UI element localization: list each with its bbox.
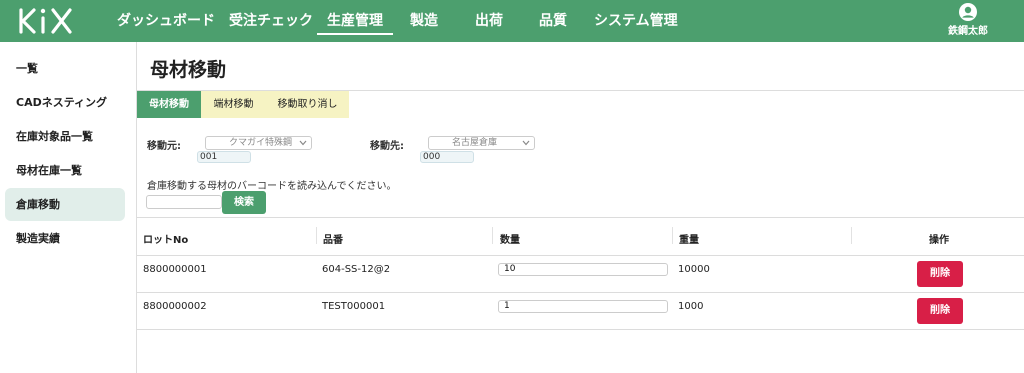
tab-cancel-transfer[interactable]: 移動取り消し [266, 91, 349, 118]
chevron-down-icon [522, 140, 530, 146]
quantity-input[interactable]: 10 [498, 263, 668, 276]
to-warehouse-select[interactable]: 名古屋倉庫 [428, 136, 535, 150]
column-header-part-no: 品番 [323, 235, 343, 246]
column-header-quantity: 数量 [500, 235, 520, 246]
user-icon [959, 3, 977, 21]
table-row-rule [137, 329, 1024, 330]
nav-manufacturing[interactable]: 製造 [410, 0, 438, 42]
column-header-lot-no: ロットNo [143, 235, 189, 246]
sidebar-item-cad-nesting[interactable]: CADネスティング [5, 86, 125, 119]
nav-system-management[interactable]: システム管理 [594, 0, 678, 42]
sidebar-item-list[interactable]: 一覧 [5, 52, 125, 85]
page-title: 母材移動 [150, 59, 227, 81]
from-label: 移動元: [147, 141, 181, 152]
row-weight: 10000 [678, 264, 710, 275]
row-lot-no: 8800000002 [143, 301, 207, 312]
nav-dashboard[interactable]: ダッシュボード [117, 0, 215, 42]
kix-logo[interactable] [18, 6, 74, 36]
delete-button[interactable]: 削除 [917, 261, 963, 287]
sidebar-item-warehouse-transfer[interactable]: 倉庫移動 [5, 188, 125, 221]
column-divider [851, 227, 852, 244]
row-weight: 1000 [678, 301, 704, 312]
nav-order-check[interactable]: 受注チェック [229, 0, 313, 42]
user-name: 鉄鋼太郎 [948, 26, 988, 37]
column-divider [672, 227, 673, 244]
sidebar: 一覧 CADネスティング 在庫対象品一覧 母材在庫一覧 倉庫移動 製造実績 [0, 42, 137, 373]
from-warehouse-code: 001 [197, 151, 251, 163]
to-label: 移動先: [370, 141, 404, 152]
barcode-instruction: 倉庫移動する母材のバーコードを読み込んでください。 [147, 181, 397, 192]
row-part-no: 604-SS-12@2 [322, 264, 391, 275]
search-button[interactable]: 検索 [222, 191, 266, 214]
column-header-action: 操作 [929, 235, 949, 246]
nav-shipping[interactable]: 出荷 [475, 0, 503, 42]
from-warehouse-value: クマガイ特殊鋼 [229, 138, 293, 148]
table-row-rule [137, 292, 1024, 293]
to-warehouse-value: 名古屋倉庫 [452, 138, 498, 148]
table-header-rule [137, 255, 1024, 256]
user-menu[interactable]: 鉄鋼太郎 [948, 3, 988, 39]
sidebar-item-inventory-items[interactable]: 在庫対象品一覧 [5, 120, 125, 153]
tab-base-material-transfer[interactable]: 母材移動 [137, 91, 201, 118]
column-divider [492, 227, 493, 244]
column-divider [316, 227, 317, 244]
sidebar-item-production-results[interactable]: 製造実績 [5, 222, 125, 255]
column-header-weight: 重量 [679, 235, 699, 246]
tab-offcut-transfer[interactable]: 端材移動 [201, 91, 266, 118]
to-warehouse-code: 000 [420, 151, 474, 163]
row-lot-no: 8800000001 [143, 264, 207, 275]
top-nav-bar: ダッシュボード 受注チェック 生産管理 製造 出荷 品質 システム管理 鉄鋼太郎 [0, 0, 1024, 42]
table-top-rule [137, 217, 1024, 218]
from-warehouse-select[interactable]: クマガイ特殊鋼 [205, 136, 312, 150]
barcode-input[interactable] [146, 195, 222, 209]
row-part-no: TEST000001 [322, 301, 386, 312]
delete-button[interactable]: 削除 [917, 298, 963, 324]
sidebar-item-base-material-stock[interactable]: 母材在庫一覧 [5, 154, 125, 187]
nav-production-management[interactable]: 生産管理 [317, 0, 393, 42]
quantity-input[interactable]: 1 [498, 300, 668, 313]
nav-quality[interactable]: 品質 [539, 0, 567, 42]
chevron-down-icon [299, 140, 307, 146]
